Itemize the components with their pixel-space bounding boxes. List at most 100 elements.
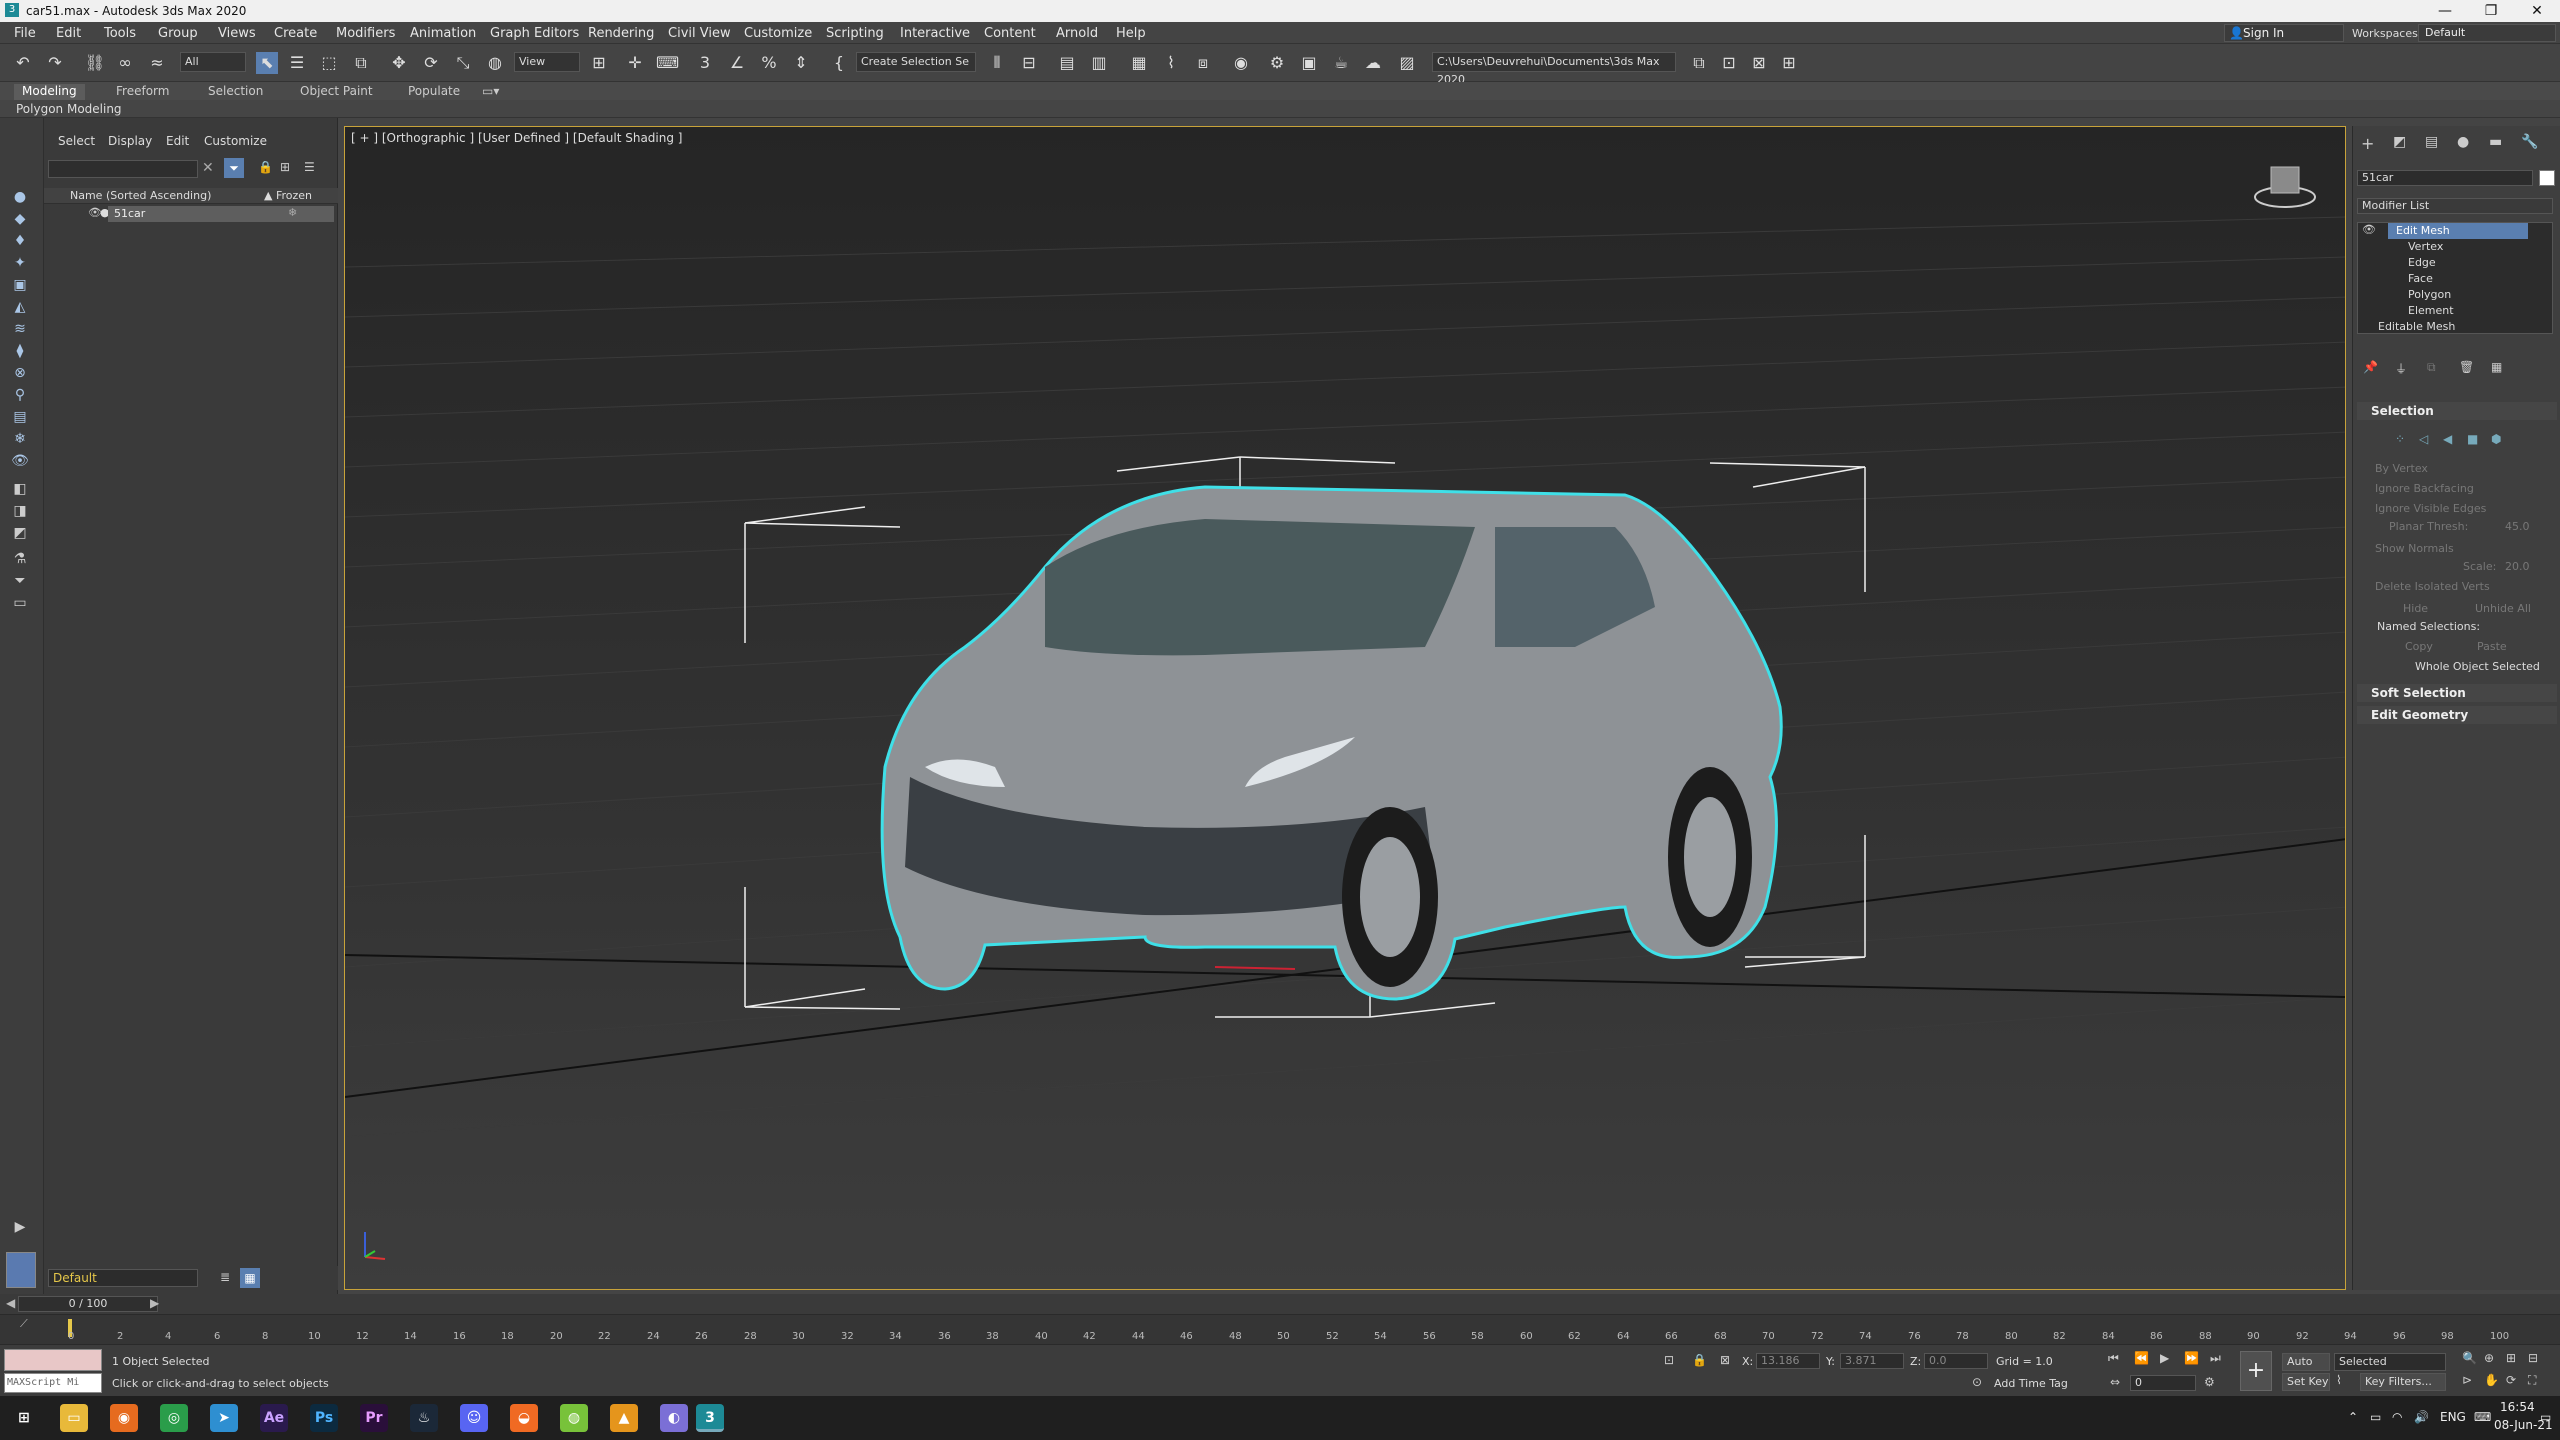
planar-thresh-value[interactable]: 45.0 bbox=[2505, 520, 2530, 533]
viewport-layout-icon[interactable] bbox=[6, 1252, 36, 1288]
display-groups-icon[interactable]: ⧫ bbox=[6, 342, 34, 360]
photoshop-icon[interactable]: Ps bbox=[310, 1404, 338, 1432]
android-studio-icon[interactable]: ◍ bbox=[560, 1404, 588, 1432]
chrome-icon[interactable]: ◎ bbox=[160, 1404, 188, 1432]
percent-snap-icon[interactable]: % bbox=[758, 52, 780, 74]
absolute-mode-icon[interactable]: ⊠ bbox=[1720, 1353, 1730, 1367]
se-tab-select[interactable]: Select bbox=[58, 134, 95, 148]
angle-snap-icon[interactable]: ∠ bbox=[726, 52, 748, 74]
workspaces-dropdown[interactable]: Default bbox=[2418, 24, 2556, 42]
move-icon[interactable]: ✥ bbox=[388, 52, 410, 74]
pin-stack-icon[interactable]: 📌 bbox=[2363, 360, 2378, 374]
delete-isolated-verts-checkbox[interactable]: Delete Isolated Verts bbox=[2375, 580, 2490, 593]
windows-start-icon[interactable]: ⊞ bbox=[10, 1404, 38, 1432]
time-slider[interactable]: ◀ 0 / 100 ▶ bbox=[0, 1294, 2560, 1314]
time-config-icon[interactable]: ⚙ bbox=[2204, 1375, 2215, 1389]
volume-icon[interactable]: 🔊 bbox=[2414, 1410, 2429, 1424]
display-hidden-icon[interactable]: 👁 bbox=[6, 452, 34, 470]
display-xrefs-icon[interactable]: ⊗ bbox=[6, 364, 34, 382]
z-coordinate-field[interactable]: 0.0 bbox=[1924, 1353, 1988, 1369]
window-crossing-icon[interactable]: ⧉ bbox=[350, 52, 372, 74]
ribbon-options-icon[interactable]: ▭▾ bbox=[480, 84, 501, 100]
modifier-list-dropdown[interactable]: Modifier List bbox=[2357, 198, 2553, 214]
filter-toggle-icon[interactable]: ⏷ bbox=[224, 158, 244, 178]
firefox-icon[interactable]: ◉ bbox=[110, 1404, 138, 1432]
menu-help[interactable]: Help bbox=[1116, 26, 1146, 41]
zoom-extents-icon[interactable]: ⊞ bbox=[2506, 1351, 2516, 1365]
link-icon[interactable]: ⛓ bbox=[84, 52, 106, 74]
menu-arnold[interactable]: Arnold bbox=[1056, 26, 1098, 41]
vertex-mode-icon[interactable]: ⁘ bbox=[2395, 432, 2405, 446]
table-row[interactable]: 51car ❄ bbox=[108, 206, 334, 222]
spinner-snap-icon[interactable]: ⇕ bbox=[790, 52, 812, 74]
select-by-name-icon[interactable]: ☰ bbox=[286, 52, 308, 74]
tab-selection[interactable]: Selection bbox=[200, 84, 271, 100]
hide-button[interactable]: Hide bbox=[2403, 602, 2428, 615]
a360-gallery-icon[interactable]: ▨ bbox=[1396, 52, 1418, 74]
scale-value[interactable]: 20.0 bbox=[2505, 560, 2530, 573]
curve-editor-icon[interactable]: ⌇ bbox=[1160, 52, 1182, 74]
wifi-icon[interactable]: ◠ bbox=[2392, 1410, 2402, 1424]
viewport-label[interactable]: [ + ] [Orthographic ] [User Defined ] [D… bbox=[351, 131, 682, 145]
maximize-viewport-icon[interactable]: ⛶ bbox=[2528, 1373, 2536, 1388]
next-frame-icon[interactable]: ▶ bbox=[150, 1296, 159, 1310]
placement-icon[interactable]: ◍ bbox=[484, 52, 506, 74]
stack-item-element[interactable]: Element bbox=[2408, 303, 2454, 319]
current-frame-field[interactable]: 0 bbox=[2130, 1375, 2196, 1391]
open-mini-curve-editor-icon[interactable]: ⟋ bbox=[20, 1317, 28, 1331]
polygon-mode-icon[interactable]: ■ bbox=[2467, 432, 2478, 446]
select-object-icon[interactable]: ⬉ bbox=[256, 52, 278, 74]
object-name-input[interactable]: 51car bbox=[2357, 170, 2533, 186]
selection-filter-dropdown[interactable]: All bbox=[180, 52, 246, 72]
clear-search-icon[interactable]: ✕ bbox=[202, 160, 214, 176]
display-all-icon[interactable]: ◧ bbox=[6, 480, 34, 498]
display-geometry-icon[interactable]: ◆ bbox=[6, 210, 34, 228]
remove-modifier-icon[interactable]: 🗑 bbox=[2459, 360, 2474, 374]
goto-end-icon[interactable]: ⏭ bbox=[2210, 1351, 2221, 1366]
display-helpers-icon[interactable]: ◭ bbox=[6, 298, 34, 316]
display-none-toggle-icon[interactable]: ◨ bbox=[6, 502, 34, 520]
stack-eye-icon[interactable]: 👁 bbox=[2362, 223, 2376, 236]
layer-mode-icon[interactable]: ☰ bbox=[304, 160, 315, 174]
rollout-selection[interactable]: Selection bbox=[2357, 402, 2557, 420]
menu-views[interactable]: Views bbox=[218, 26, 256, 41]
time-tag-icon[interactable]: ⊙ bbox=[1972, 1375, 1982, 1389]
tray-chevron-icon[interactable]: ⌃ bbox=[2348, 1410, 2358, 1424]
layer-manager-icon[interactable]: ≣ bbox=[220, 1270, 230, 1284]
menu-edit[interactable]: Edit bbox=[56, 26, 81, 41]
hierarchy-tab-icon[interactable]: ▤ bbox=[2425, 134, 2438, 150]
minimize-icon[interactable]: — bbox=[2422, 0, 2468, 22]
rendered-frame-window-icon[interactable]: ▣ bbox=[1298, 52, 1320, 74]
menu-rendering[interactable]: Rendering bbox=[588, 26, 654, 41]
redo-icon[interactable]: ↷ bbox=[44, 52, 66, 74]
expand-arrow-icon[interactable]: ▶ bbox=[6, 1218, 34, 1236]
telegram-icon[interactable]: ➤ bbox=[210, 1404, 238, 1432]
prev-frame-icon[interactable]: ◀ bbox=[6, 1296, 15, 1310]
rollout-soft-selection[interactable]: Soft Selection bbox=[2357, 684, 2557, 702]
key-mode-icon[interactable]: ⇔ bbox=[2110, 1375, 2120, 1389]
current-layer-dropdown[interactable]: Default bbox=[48, 1269, 198, 1287]
menu-graph-editors[interactable]: Graph Editors bbox=[490, 26, 579, 41]
containers-icon[interactable]: ▭ bbox=[6, 594, 34, 612]
ribbon-toggle-icon[interactable]: ▦ bbox=[1128, 52, 1150, 74]
close-icon[interactable]: ✕ bbox=[2514, 0, 2560, 22]
display-bones-icon[interactable]: ⚲ bbox=[6, 386, 34, 404]
project-folder-icon[interactable]: ⧉ bbox=[1688, 52, 1710, 74]
zoom-extents-all-icon[interactable]: ⊟ bbox=[2528, 1351, 2538, 1365]
filter-icon[interactable]: ⚗ bbox=[6, 550, 34, 568]
previous-key-icon[interactable]: ⏪ bbox=[2134, 1351, 2149, 1365]
menu-file[interactable]: File bbox=[14, 26, 36, 41]
y-coordinate-field[interactable]: 3.871 bbox=[1840, 1353, 1904, 1369]
display-none-icon[interactable]: ● bbox=[6, 188, 34, 206]
mirror-icon[interactable]: ⫴ bbox=[986, 52, 1008, 74]
se-tab-customize[interactable]: Customize bbox=[204, 134, 267, 148]
sign-in-button[interactable]: 👤 Sign In bbox=[2224, 24, 2344, 42]
align-icon[interactable]: ⊟ bbox=[1018, 52, 1040, 74]
display-lights-icon[interactable]: ✦ bbox=[6, 254, 34, 272]
scene-explorer-icon[interactable]: ▦ bbox=[240, 1268, 260, 1288]
x-coordinate-field[interactable]: 13.186 bbox=[1756, 1353, 1820, 1369]
by-vertex-checkbox[interactable]: By Vertex bbox=[2375, 462, 2428, 475]
se-tab-edit[interactable]: Edit bbox=[166, 134, 189, 148]
invert-display-icon[interactable]: ◩ bbox=[6, 524, 34, 542]
3ds-max-taskbar-icon[interactable]: 3 bbox=[696, 1404, 724, 1432]
